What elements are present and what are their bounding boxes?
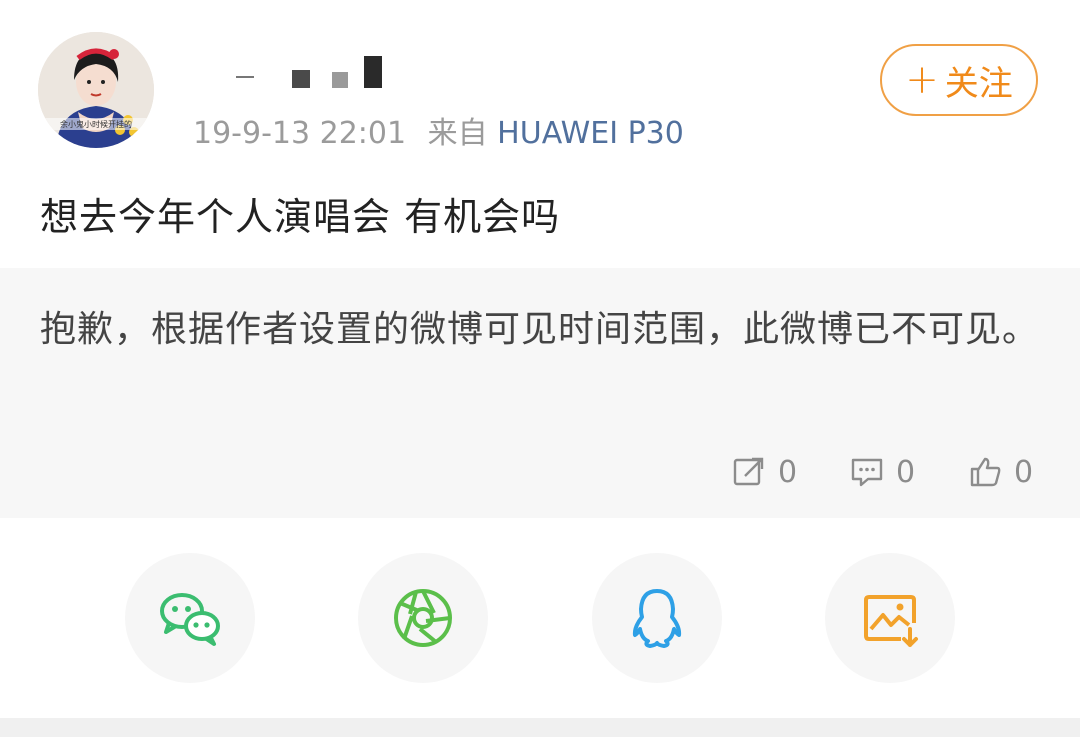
comment-count: 0: [896, 454, 916, 490]
share-moments-button[interactable]: [358, 553, 488, 683]
avatar[interactable]: 余小鬼小时候开挂的: [38, 32, 154, 148]
plus-icon: +: [905, 57, 939, 103]
follow-label: 关注: [944, 63, 1013, 104]
username-redacted[interactable]: [196, 50, 416, 92]
save-image-icon: [864, 595, 918, 647]
source-prefix: 来自: [427, 116, 488, 151]
thumbs-up-icon: [970, 457, 1001, 487]
like-count: 0: [1014, 454, 1034, 490]
follow-button[interactable]: + 关注: [880, 44, 1038, 116]
like-action[interactable]: 0: [968, 450, 1033, 494]
device-link[interactable]: HUAWEI P30: [497, 116, 684, 151]
share-qq-button[interactable]: [592, 553, 722, 683]
post-meta: 19-9-13 22:01 来自 HUAWEI P30: [193, 108, 684, 152]
wechat-icon: [160, 593, 220, 646]
comment-icon: [851, 458, 883, 487]
qq-penguin-icon: [632, 589, 682, 648]
repost-count: 0: [778, 454, 798, 490]
repost-icon: [733, 457, 764, 486]
repost-action[interactable]: 0: [732, 450, 797, 494]
avatar-image: 余小鬼小时候开挂的: [38, 32, 154, 148]
save-image-button[interactable]: [825, 553, 955, 683]
post-text: 想去今年个人演唱会 有机会吗: [40, 195, 561, 239]
post-timestamp: 19-9-13 22:01: [193, 116, 407, 151]
share-wechat-button[interactable]: [125, 553, 255, 683]
avatar-caption: 余小鬼小时候开挂的: [60, 119, 132, 129]
comment-action[interactable]: 0: [850, 450, 915, 494]
unavailable-notice: 抱歉，根据作者设置的微博可见时间范围，此微博已不可见。: [40, 309, 1040, 350]
bottom-divider: [0, 718, 1080, 737]
moments-icon: [394, 589, 452, 647]
